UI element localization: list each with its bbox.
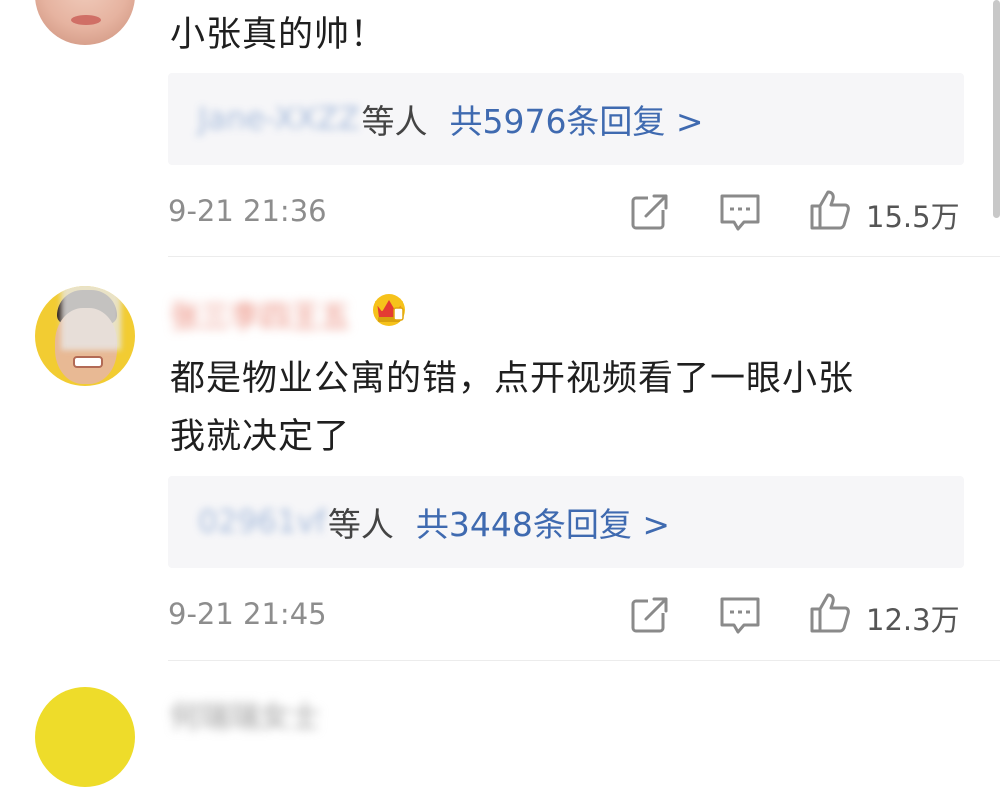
comment-text-line1: 都是物业公寓的错，点开视频看了一眼小张 (170, 359, 855, 399)
comment-username[interactable]: 何瑞瑞女士 (170, 692, 320, 736)
comment-text: 小张真的帅！ (170, 15, 387, 55)
comment-icon[interactable] (718, 190, 762, 234)
comment-icon[interactable] (718, 593, 762, 637)
reply-others-label: 等人 (327, 505, 394, 544)
reply-total-link[interactable]: 共5976条回复 > (449, 95, 703, 143)
comment-time: 9-21 21:36 (168, 194, 327, 228)
like-count: 12.3万 (866, 603, 960, 637)
reply-preview-box[interactable]: Jane-XXZZ 等人 共5976条回复 > (168, 73, 964, 165)
scrollbar[interactable] (993, 0, 1000, 218)
share-icon[interactable] (628, 593, 672, 637)
avatar[interactable] (35, 687, 135, 787)
reply-preview-box[interactable]: 02961vf 等人 共3448条回复 > (168, 476, 964, 568)
like-icon[interactable] (808, 591, 852, 635)
comment-time: 9-21 21:45 (168, 597, 327, 631)
reply-preview-name[interactable]: Jane-XXZZ (198, 101, 359, 137)
comment-text-line2: 我就决定了 (170, 417, 351, 457)
divider (168, 256, 1000, 257)
reply-others-label: 等人 (361, 102, 428, 141)
divider (168, 660, 1000, 661)
share-icon[interactable] (628, 190, 672, 234)
comment-username[interactable]: 张三李四王五 (170, 292, 350, 336)
crown-badge-icon (373, 294, 405, 326)
reply-total-link[interactable]: 共3448条回复 > (416, 498, 670, 546)
like-count: 15.5万 (866, 200, 960, 234)
reply-preview-name[interactable]: 02961vf (198, 504, 326, 540)
avatar[interactable] (35, 286, 135, 386)
avatar-blur-overlay (61, 286, 121, 350)
avatar[interactable] (35, 0, 135, 45)
reply-preview-row: 02961vf 等人 共3448条回复 > (198, 476, 670, 568)
like-icon[interactable] (808, 188, 852, 232)
reply-preview-row: Jane-XXZZ 等人 共5976条回复 > (198, 73, 704, 165)
avatar-lips (71, 15, 101, 25)
avatar-mouth (73, 356, 103, 368)
